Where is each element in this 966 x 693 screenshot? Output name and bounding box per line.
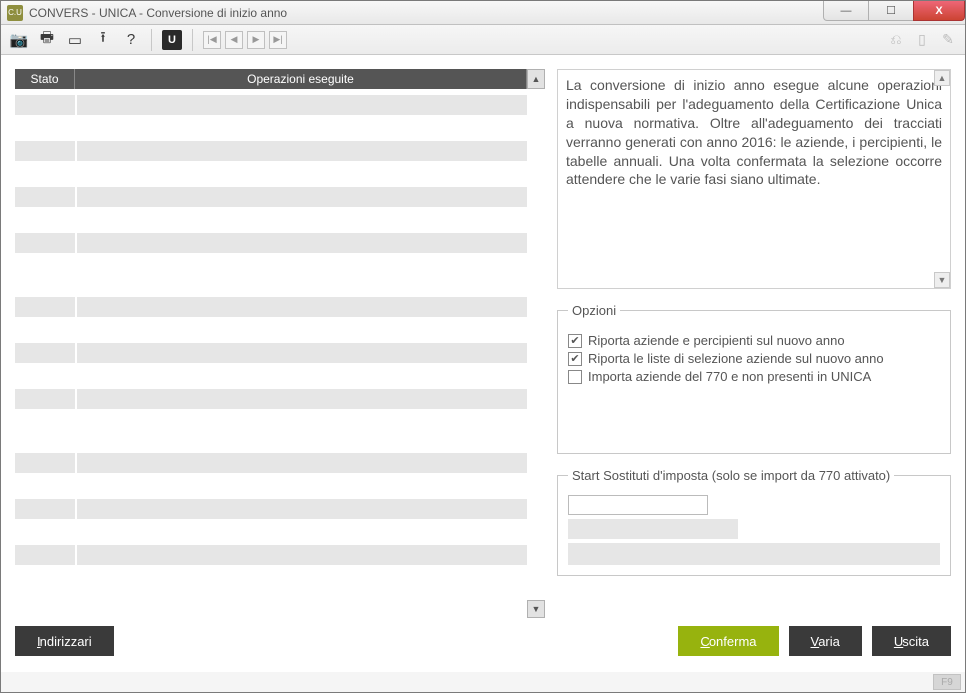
nav-last-button[interactable]: ▶|	[269, 31, 287, 49]
description-box: La conversione di inizio anno esegue alc…	[557, 69, 951, 289]
table-row	[15, 545, 545, 565]
upload-icon[interactable]: ⭱	[93, 30, 113, 50]
minimize-button[interactable]: —	[823, 1, 869, 21]
folder-icon[interactable]: ▭	[65, 30, 85, 50]
content-area: Stato Operazioni eseguite ▲ ▼	[1, 55, 965, 672]
options-fieldset: Opzioni ✔ Riporta aziende e percipienti …	[557, 303, 951, 454]
table-row	[15, 343, 545, 363]
table-row	[15, 95, 545, 115]
table-row	[15, 389, 545, 409]
btn-text: ndirizzari	[40, 634, 92, 649]
checkbox-label: Riporta aziende e percipienti sul nuovo …	[588, 333, 845, 348]
table-row	[15, 453, 545, 473]
left-panel: Stato Operazioni eseguite ▲ ▼	[15, 69, 545, 618]
start-display-2	[568, 543, 940, 565]
varia-button[interactable]: Varia	[789, 626, 862, 656]
toolbar-right-icon-2[interactable]: ▯	[913, 31, 931, 49]
nav-next-button[interactable]: ▶	[247, 31, 265, 49]
checkbox-importa-770[interactable]	[568, 370, 582, 384]
checkbox-riporta-aziende[interactable]: ✔	[568, 334, 582, 348]
start-fieldset: Start Sostituti d'imposta (solo se impor…	[557, 468, 951, 576]
table-header: Stato Operazioni eseguite ▲	[15, 69, 545, 89]
f9-indicator: F9	[933, 674, 961, 690]
table-row	[15, 233, 545, 253]
checkbox-riporta-liste[interactable]: ✔	[568, 352, 582, 366]
description-text: La conversione di inizio anno esegue alc…	[566, 77, 942, 187]
footer: Indirizzari Conferma Varia Uscita	[15, 618, 951, 662]
option-row-2: ✔ Riporta le liste di selezione aziende …	[568, 351, 940, 366]
status-bar: F9	[1, 672, 965, 692]
camera-icon[interactable]: 📷	[9, 30, 29, 50]
toolbar-divider	[192, 29, 193, 51]
start-input[interactable]	[568, 495, 708, 515]
main-area: Stato Operazioni eseguite ▲ ▼	[15, 69, 951, 618]
start-legend: Start Sostituti d'imposta (solo se impor…	[568, 468, 894, 483]
edit-icon[interactable]: ✎	[939, 31, 957, 49]
window-title: CONVERS - UNICA - Conversione di inizio …	[29, 6, 287, 20]
maximize-button[interactable]: ☐	[868, 1, 914, 21]
print-icon[interactable]: 🖶	[37, 30, 57, 50]
right-panel: La conversione di inizio anno esegue alc…	[557, 69, 951, 618]
toolbar: 📷 🖶 ▭ ⭱ ? U |◀ ◀ ▶ ▶| ⎌ ▯ ✎	[1, 25, 965, 55]
desc-scroll-up-button[interactable]: ▲	[934, 70, 950, 86]
conferma-button[interactable]: Conferma	[678, 626, 778, 656]
help-icon[interactable]: ?	[121, 30, 141, 50]
option-row-3: Importa aziende del 770 e non presenti i…	[568, 369, 940, 384]
titlebar-controls: — ☐ X	[824, 1, 965, 21]
toolbar-right-icon-1[interactable]: ⎌	[887, 31, 905, 49]
desc-scroll-down-button[interactable]: ▼	[934, 272, 950, 288]
app-window: C.U CONVERS - UNICA - Conversione di ini…	[0, 0, 966, 693]
table-row	[15, 141, 545, 161]
titlebar: C.U CONVERS - UNICA - Conversione di ini…	[1, 1, 965, 25]
table-row	[15, 297, 545, 317]
badge-icon[interactable]: U	[162, 30, 182, 50]
app-icon: C.U	[7, 5, 23, 21]
toolbar-divider	[151, 29, 152, 51]
indirizzari-button[interactable]: Indirizzari	[15, 626, 114, 656]
checkbox-label: Riporta le liste di selezione aziende su…	[588, 351, 884, 366]
table-scroll-down-button[interactable]: ▼	[527, 600, 545, 618]
table-scroll-up-button[interactable]: ▲	[527, 69, 545, 89]
options-legend: Opzioni	[568, 303, 620, 318]
option-row-1: ✔ Riporta aziende e percipienti sul nuov…	[568, 333, 940, 348]
start-display-1	[568, 519, 738, 539]
table-body: ▼	[15, 89, 545, 618]
col-header-operazioni: Operazioni eseguite	[75, 69, 527, 89]
table-row	[15, 499, 545, 519]
nav-first-button[interactable]: |◀	[203, 31, 221, 49]
table-row	[15, 187, 545, 207]
col-header-stato: Stato	[15, 69, 75, 89]
nav-prev-button[interactable]: ◀	[225, 31, 243, 49]
checkbox-label: Importa aziende del 770 e non presenti i…	[588, 369, 871, 384]
close-button[interactable]: X	[913, 1, 965, 21]
uscita-button[interactable]: Uscita	[872, 626, 951, 656]
